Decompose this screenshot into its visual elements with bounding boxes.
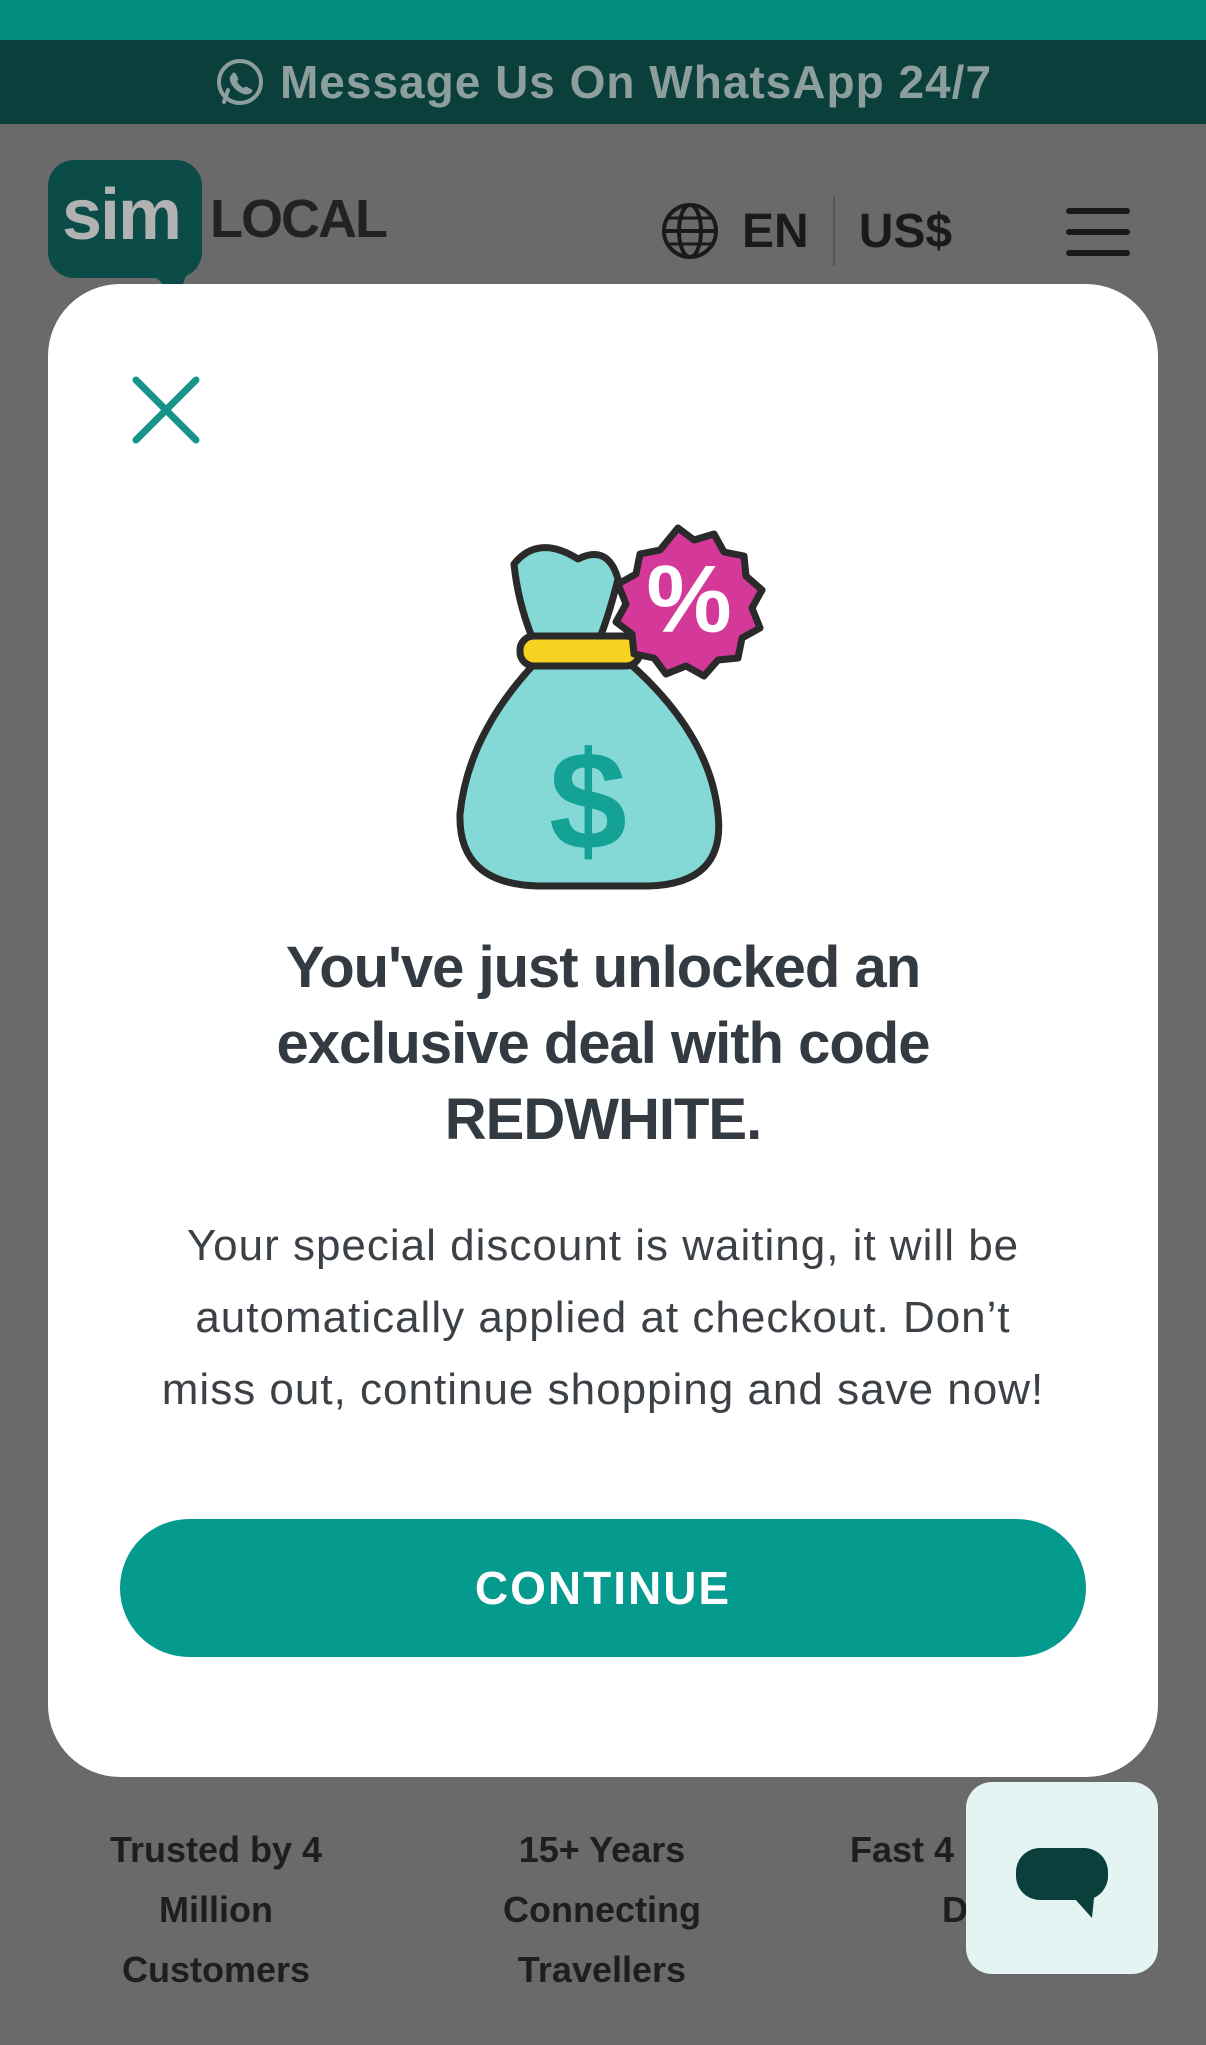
modal-title: You've just unlocked an exclusive deal w…: [276, 935, 931, 1152]
globe-icon: [662, 203, 718, 259]
locale-divider: [832, 196, 835, 266]
discount-modal: $ % You've just unlocked an exclusive de…: [48, 284, 1158, 1777]
svg-text:$: $: [549, 722, 627, 879]
currency-code[interactable]: US$: [859, 204, 952, 259]
hamburger-menu-icon[interactable]: [1066, 208, 1130, 256]
whatsapp-text: Message Us On WhatsApp 24/7: [279, 56, 993, 108]
svg-text:%: %: [646, 546, 731, 653]
chat-widget[interactable]: [966, 1782, 1158, 1974]
money-bag-icon: $ %: [456, 524, 766, 890]
status-strip: [0, 0, 1206, 40]
close-icon[interactable]: [130, 374, 202, 446]
whatsapp-icon: [216, 59, 263, 105]
simlocal-logo[interactable]: sim LOCAL: [48, 160, 388, 298]
feature-years: 15+ Years Connecting Travellers: [503, 1829, 701, 1990]
language-code[interactable]: EN: [742, 204, 809, 259]
locale-selector[interactable]: EN US$: [660, 196, 952, 266]
logo-local-text: LOCAL: [210, 189, 388, 249]
modal-description: Your special discount is waiting, it wil…: [161, 1221, 1045, 1414]
logo-sim-text: sim: [62, 175, 182, 255]
logo-sim-box: sim: [48, 160, 202, 278]
continue-button[interactable]: CONTINUE: [120, 1519, 1086, 1657]
whatsapp-banner[interactable]: Message Us On WhatsApp 24/7: [0, 40, 1206, 124]
chat-bubble-icon: [1016, 1848, 1108, 1918]
feature-customers: Trusted by 4 Million Customers: [109, 1829, 323, 1990]
